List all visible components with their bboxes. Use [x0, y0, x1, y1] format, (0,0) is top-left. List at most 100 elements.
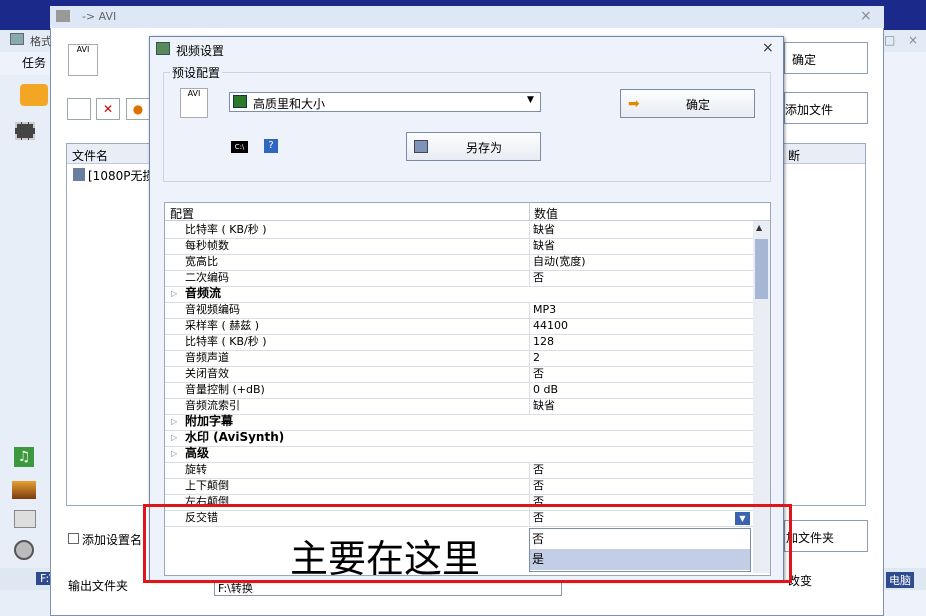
grid-value[interactable]: 44100 [533, 318, 568, 333]
grid-category-row[interactable]: ▷ 水印 (AviSynth) [165, 430, 753, 447]
cmd-icon[interactable]: C:\ [231, 141, 248, 153]
grid-category-label: 附加字幕 [185, 414, 234, 428]
grid-row[interactable]: 旋转 否 [165, 462, 753, 479]
avi-window-icon [56, 10, 70, 22]
grid-col-sep [529, 318, 530, 334]
grid-row[interactable]: 上下颠倒 否 [165, 478, 753, 495]
window-restore-icon[interactable]: □ [884, 33, 895, 47]
main-ok-label: 确定 [792, 53, 817, 67]
grid-key: 比特率 ( KB/秒 ) [185, 223, 267, 236]
expand-icon[interactable]: ▷ [171, 414, 177, 429]
grid-key: 二次编码 [185, 271, 229, 284]
grid-row[interactable]: 比特率 ( KB/秒 ) 128 [165, 334, 753, 351]
grid-col-sep [529, 254, 530, 270]
expand-icon[interactable]: ▷ [171, 430, 177, 445]
computer-label[interactable]: 电脑 [886, 572, 914, 588]
grid-value[interactable]: 2 [533, 350, 540, 365]
grid-col-sep [529, 462, 530, 478]
grid-value[interactable]: 缺省 [533, 398, 555, 413]
file-list-header-name[interactable]: 文件名 [72, 147, 108, 164]
avi-window-title: -> AVI [82, 10, 117, 23]
grid-row[interactable]: 音量控制 (+dB) 0 dB [165, 382, 753, 399]
grid-col-sep [529, 350, 530, 366]
grid-row[interactable]: 宽高比 自动(宽度) [165, 254, 753, 271]
grid-key: 采样率 ( 赫兹 ) [185, 319, 260, 332]
add-setting-checkbox[interactable] [68, 533, 79, 544]
grid-key: 比特率 ( KB/秒 ) [185, 335, 267, 348]
grid-header-value[interactable]: 数值 [534, 205, 558, 222]
grid-row[interactable]: 音频声道 2 [165, 350, 753, 367]
grid-value[interactable]: 缺省 [533, 238, 555, 253]
delete-icon[interactable]: ✕ [96, 98, 120, 120]
grid-value[interactable]: 否 [533, 462, 544, 477]
grid-category-row[interactable]: ▷ 高级 [165, 446, 753, 463]
grid-value[interactable]: MP3 [533, 302, 556, 317]
grid-category-row[interactable]: ▷ 附加字幕 [165, 414, 753, 431]
grid-category-label: 水印 (AviSynth) [185, 430, 285, 444]
grid-row[interactable]: 每秒帧数 缺省 [165, 238, 753, 255]
file-list-item[interactable]: [1080P无损 [88, 167, 154, 184]
dialog-icon [156, 42, 170, 55]
grid-scrollbar-thumb[interactable] [755, 239, 768, 299]
picture-icon[interactable] [12, 481, 36, 499]
play-icon[interactable]: ● [126, 98, 150, 120]
grid-col-sep [529, 398, 530, 414]
grid-category-row[interactable]: ▷ 音频流 [165, 286, 753, 303]
help-icon[interactable]: ? [264, 139, 278, 153]
avi-preset-icon: AVI [180, 88, 208, 118]
grid-value[interactable]: 128 [533, 334, 554, 349]
dialog-titlebar [150, 37, 783, 61]
grid-category-label: 高级 [185, 446, 210, 460]
grid-row[interactable]: 关闭音效 否 [165, 366, 753, 383]
avi-close-icon[interactable]: × [860, 8, 872, 24]
grid-row[interactable]: 二次编码 否 [165, 270, 753, 287]
expand-icon[interactable]: ▷ [171, 286, 177, 301]
annotation-text: 主要在这里 [290, 537, 481, 581]
expand-icon[interactable]: ▷ [171, 446, 177, 461]
grid-key: 关闭音效 [185, 367, 229, 380]
add-setting-label: 添加设置名 [82, 533, 143, 547]
grid-key: 音频声道 [185, 351, 229, 364]
save-icon [414, 140, 428, 153]
music-icon[interactable]: ♫ [14, 447, 34, 467]
grid-row[interactable]: 比特率 ( KB/秒 ) 缺省 [165, 222, 753, 239]
film-icon[interactable] [15, 122, 35, 140]
grid-col-sep [529, 478, 530, 494]
grid-key: 宽高比 [185, 255, 218, 268]
grid-row[interactable]: 音频流索引 缺省 [165, 398, 753, 415]
grid-category-label: 音频流 [185, 286, 222, 300]
remove-file-icon[interactable] [67, 98, 91, 120]
dialog-title: 视频设置 [176, 44, 225, 58]
avi-titlebar [50, 6, 884, 28]
file-list-header-status[interactable]: 断 [788, 147, 800, 164]
camera-icon[interactable] [20, 84, 48, 106]
grid-value[interactable]: 自动(宽度) [533, 254, 586, 269]
grid-row[interactable]: 音视频编码 MP3 [165, 302, 753, 319]
grid-value[interactable]: 否 [533, 478, 544, 493]
grid-col-sep [529, 334, 530, 350]
grid-value[interactable]: 否 [533, 270, 544, 285]
background-app-title: 格式 [30, 35, 52, 48]
grid-key: 旋转 [185, 463, 207, 476]
grid-key: 音量控制 (+dB) [185, 383, 265, 396]
disc-icon[interactable] [14, 540, 34, 560]
arrow-right-icon: ➡ [628, 96, 640, 112]
grid-col-sep [529, 270, 530, 286]
grid-header-key[interactable]: 配置 [170, 205, 194, 222]
menu-task[interactable]: 任务 [22, 54, 46, 71]
scroll-up-icon[interactable]: ▲ [756, 223, 762, 232]
grid-value[interactable]: 缺省 [533, 222, 555, 237]
grid-key: 上下颠倒 [185, 479, 229, 492]
grid-col-sep [529, 238, 530, 254]
preset-label: 预设配置 [170, 64, 223, 81]
dialog-close-icon[interactable]: × [762, 40, 774, 56]
drive-icon[interactable] [14, 510, 36, 528]
add-file-label: 添加文件 [785, 103, 834, 117]
chevron-down-icon[interactable]: ▼ [527, 95, 534, 105]
grid-row[interactable]: 采样率 ( 赫兹 ) 44100 [165, 318, 753, 335]
grid-value[interactable]: 否 [533, 366, 544, 381]
grid-key: 每秒帧数 [185, 239, 229, 252]
grid-value[interactable]: 0 dB [533, 382, 558, 397]
window-close-icon[interactable]: × [908, 33, 918, 47]
output-folder-label: 输出文件夹 [68, 579, 129, 593]
